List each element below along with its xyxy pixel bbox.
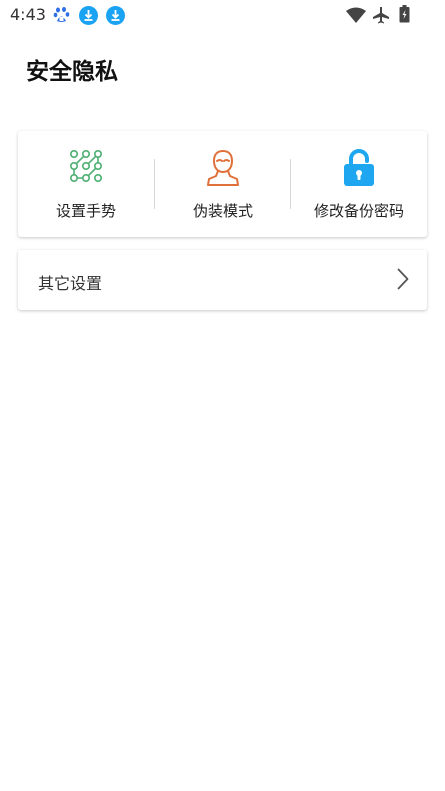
status-time: 4:43 (10, 5, 46, 24)
gesture-pattern-icon (69, 149, 102, 182)
unlock-icon (344, 149, 374, 186)
airplane-icon (373, 7, 389, 24)
disguise-person-icon (207, 150, 239, 186)
disguise-mode-label: 伪装模式 (192, 202, 253, 220)
status-bar: 4:43 (0, 0, 445, 30)
other-settings-row[interactable]: 其它设置 (18, 250, 427, 310)
page-title: 安全隐私 (26, 59, 118, 85)
baidu-paw-icon (53, 7, 70, 22)
change-backup-password-button[interactable]: 修改备份密码 (291, 131, 427, 237)
disguise-mode-button[interactable]: 伪装模式 (155, 131, 291, 237)
battery-icon (399, 5, 410, 23)
change-backup-password-label: 修改备份密码 (313, 202, 404, 220)
set-gesture-label: 设置手势 (55, 202, 116, 220)
download-icon (106, 6, 125, 25)
set-gesture-button[interactable]: 设置手势 (18, 131, 154, 237)
download-icon (79, 6, 98, 25)
wifi-icon (346, 7, 366, 23)
chevron-right-icon (397, 268, 409, 290)
other-settings-label: 其它设置 (38, 274, 103, 293)
security-actions-card: 设置手势 伪装模式 修改备份密码 (18, 131, 427, 237)
